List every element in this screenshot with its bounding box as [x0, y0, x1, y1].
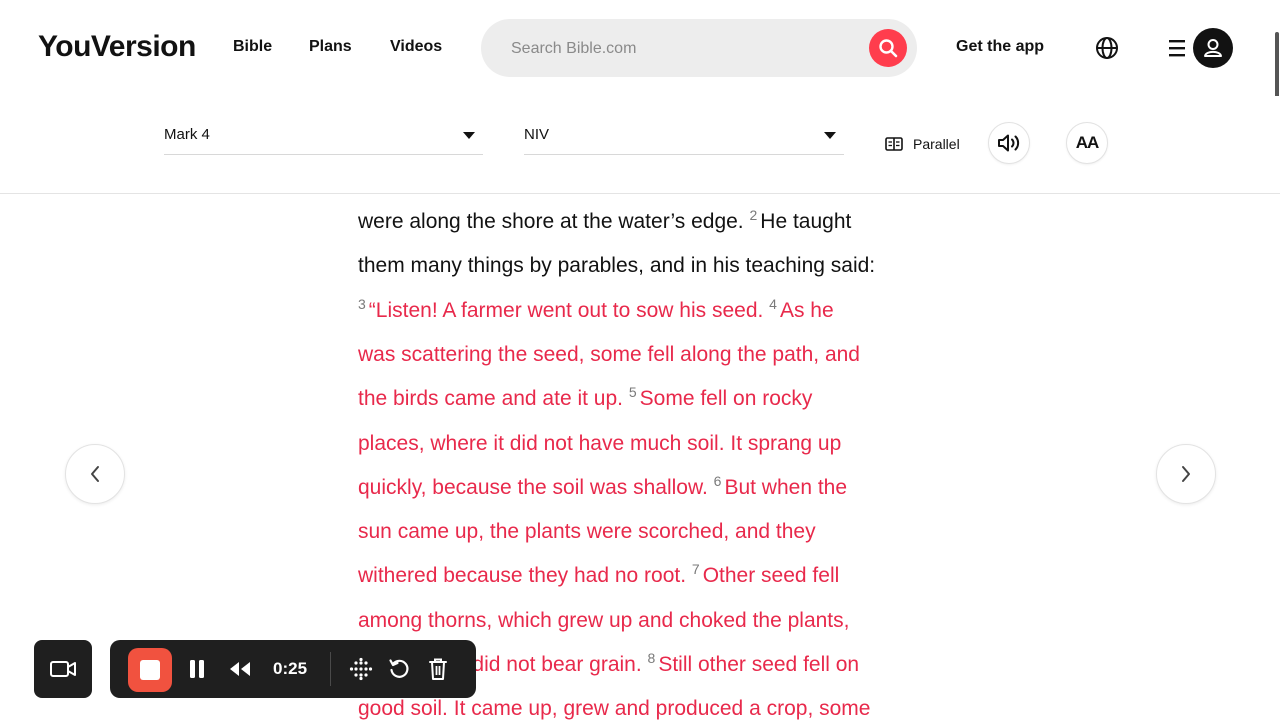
trash-icon [429, 658, 447, 680]
verse-text[interactable]: among thorns, which grew up and choked t… [358, 609, 849, 632]
verse-text[interactable]: them many things by parables, and in his… [358, 254, 875, 277]
verse-line: 3 “Listen! A farmer went out to sow his s… [358, 296, 834, 323]
parallel-icon [885, 137, 903, 151]
verse-number[interactable]: 8 [648, 650, 656, 666]
verse-text[interactable]: “Listen! A farmer went out to sow his se… [369, 299, 764, 322]
nav-videos[interactable]: Videos [390, 38, 442, 56]
search-input[interactable] [509, 37, 853, 61]
search-button[interactable] [869, 29, 907, 67]
verse-text[interactable]: Other seed fell [703, 564, 840, 587]
verse-text[interactable]: Still other seed fell on [658, 653, 859, 676]
pause-button[interactable] [184, 656, 210, 682]
recording-controls: 0:25 [110, 640, 476, 698]
search-bar [481, 19, 917, 77]
audio-button[interactable] [988, 122, 1030, 164]
book-chapter-select[interactable]: Mark 4 [164, 122, 483, 155]
verse-text[interactable]: places, where it did not have much soil.… [358, 432, 841, 455]
rewind-icon [230, 662, 250, 676]
delete-recording-button[interactable] [425, 656, 451, 682]
version-select[interactable]: NIV [524, 122, 844, 155]
chevron-down-icon [463, 132, 475, 139]
nav-bible[interactable]: Bible [233, 38, 272, 56]
nav-plans[interactable]: Plans [309, 38, 352, 56]
get-the-app-link[interactable]: Get the app [956, 38, 1044, 56]
verse-line: sun came up, the plants were scorched, a… [358, 520, 816, 544]
verse-line: among thorns, which grew up and choked t… [358, 609, 849, 633]
verse-text[interactable]: As he [780, 299, 834, 322]
search-icon [879, 39, 898, 58]
font-settings-button[interactable]: AA [1066, 122, 1108, 164]
verse-number[interactable]: 2 [749, 207, 757, 223]
rewind-button[interactable] [227, 656, 253, 682]
verse-number[interactable]: 3 [358, 296, 366, 312]
book-chapter-value: Mark 4 [164, 126, 210, 143]
verse-number[interactable]: 7 [692, 561, 700, 577]
version-value: NIV [524, 126, 550, 143]
grid-dots-icon [349, 657, 373, 681]
verse-text[interactable]: quickly, because the soil was shallow. [358, 476, 708, 499]
verse-number[interactable]: 4 [769, 296, 777, 312]
verse-number[interactable]: 5 [629, 384, 637, 400]
stop-icon [140, 660, 160, 680]
verse-line: good soil. It came up, grew and produced… [358, 697, 870, 720]
recording-timer: 0:25 [273, 659, 308, 678]
verse-number[interactable]: 6 [714, 473, 722, 489]
verse-line: the birds came and ate it up. 5 Some fell… [358, 384, 813, 411]
page-scrollbar[interactable] [1275, 32, 1279, 100]
verse-line: was scattering the seed, some fell along… [358, 343, 860, 367]
user-icon [1204, 39, 1222, 57]
verse-line: were along the shore at the water’s edge… [358, 207, 851, 234]
chevron-down-icon [824, 132, 836, 139]
parallel-button[interactable]: Parallel [885, 136, 960, 152]
next-chapter-button[interactable] [1156, 444, 1216, 504]
camera-toggle-button[interactable] [34, 640, 92, 698]
youversion-logo[interactable]: YouVersion [38, 30, 196, 64]
verse-text[interactable]: was scattering the seed, some fell along… [358, 343, 860, 366]
chevron-right-icon [1182, 466, 1190, 482]
verse-text[interactable]: Some fell on rocky [640, 387, 813, 410]
reader-toolbar: Mark 4 NIV Parallel AA [0, 96, 1280, 194]
divider [330, 652, 331, 686]
chevron-left-icon [91, 466, 99, 482]
font-settings-label: AA [1075, 133, 1100, 152]
verse-text[interactable]: were along the shore at the water’s edge… [358, 210, 744, 233]
pause-icon [190, 660, 204, 678]
audio-icon [998, 134, 1020, 152]
menu-icon[interactable] [1168, 38, 1190, 58]
verse-line: them many things by parables, and in his… [358, 254, 875, 278]
verse-text[interactable]: withered because they had no root. [358, 564, 686, 587]
annotate-button[interactable] [348, 656, 374, 682]
verse-text[interactable]: good soil. It came up, grew and produced… [358, 697, 870, 720]
verse-text[interactable]: the birds came and ate it up. [358, 387, 623, 410]
verse-text[interactable]: He taught [760, 210, 851, 233]
globe-icon[interactable] [1095, 36, 1119, 60]
user-avatar-button[interactable] [1193, 28, 1233, 68]
verse-text[interactable]: But when the [724, 476, 847, 499]
verse-line: withered because they had no root. 7 Othe… [358, 561, 840, 588]
camera-icon [50, 661, 76, 677]
stop-recording-button[interactable] [128, 648, 172, 692]
verse-line: places, where it did not have much soil.… [358, 432, 841, 456]
parallel-label: Parallel [913, 136, 960, 152]
verse-line: quickly, because the soil was shallow. 6… [358, 473, 847, 500]
restart-icon [389, 659, 409, 678]
site-header: YouVersion Bible Plans Videos Get the ap… [0, 0, 1280, 100]
verse-text[interactable]: sun came up, the plants were scorched, a… [358, 520, 816, 543]
restart-button[interactable] [386, 656, 412, 682]
previous-chapter-button[interactable] [65, 444, 125, 504]
